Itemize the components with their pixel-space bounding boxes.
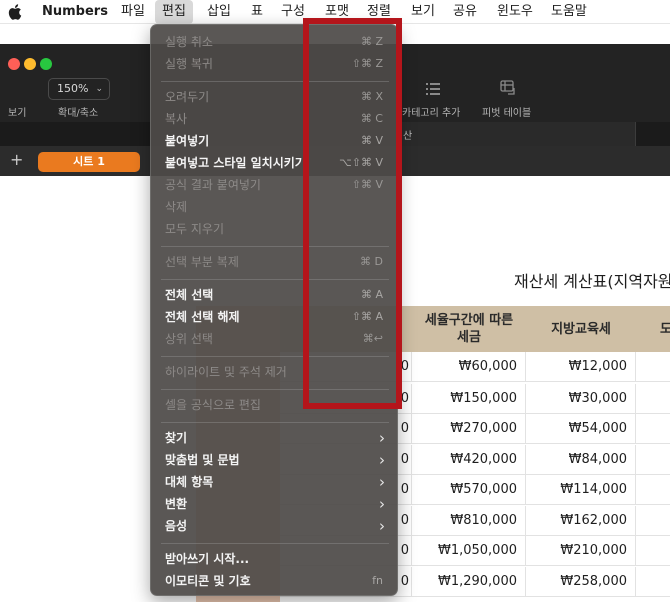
chevron-down-icon: ⌄ <box>95 84 103 94</box>
menu-app-numbers[interactable]: Numbers <box>42 0 108 24</box>
table-title: 재산세 계산표(지역자원 <box>514 272 670 291</box>
menu-item-label: 실행 취소 <box>165 35 213 49</box>
table-cell-local-education-tax[interactable]: ₩114,000 <box>526 475 636 505</box>
table-cell-tax-by-bracket[interactable]: ₩1,290,000 <box>412 567 526 597</box>
table-cell-local-education-tax[interactable]: ₩210,000 <box>526 536 636 566</box>
chevron-right-icon: › <box>379 451 385 469</box>
table-cell-tax-by-bracket[interactable]: ₩1,050,000 <box>412 536 526 566</box>
menu-item-label: 실행 복귀 <box>165 57 213 71</box>
apple-icon[interactable] <box>8 4 22 20</box>
menu-edit[interactable]: 편집 <box>155 0 193 24</box>
menu-window[interactable]: 윈도우 <box>497 0 533 24</box>
view-button-label[interactable]: 보기 <box>8 104 26 119</box>
menu-item-label: 음성 <box>165 519 188 533</box>
pivot-table-button[interactable]: 피벗 테이블 <box>482 104 531 119</box>
table-cell-tax-by-bracket[interactable]: ₩570,000 <box>412 475 526 505</box>
menu-file[interactable]: 파일 <box>121 0 145 24</box>
category-icon <box>426 83 440 95</box>
table-cell-empty[interactable] <box>636 384 670 414</box>
table-cell-empty[interactable] <box>636 414 670 444</box>
table-cell-tax-by-bracket[interactable]: ₩60,000 <box>412 352 526 382</box>
menu-insert[interactable]: 삽입 <box>207 0 231 24</box>
menu-view[interactable]: 보기 <box>411 0 435 24</box>
menu-item-label: 공식 결과 붙여넣기 <box>165 178 261 192</box>
menu-item-find[interactable]: 찾기 › <box>151 427 397 449</box>
minimize-window-button[interactable] <box>24 58 36 70</box>
chevron-right-icon: › <box>379 429 385 447</box>
menu-item-label: 삭제 <box>165 200 188 214</box>
table-cell-local-education-tax[interactable]: ₩30,000 <box>526 384 636 414</box>
header-tax-by-bracket[interactable]: 세율구간에 따른 세금 <box>412 306 526 352</box>
menu-item-label: 전체 선택 <box>165 288 214 302</box>
menu-item-label: 복사 <box>165 112 188 126</box>
chevron-right-icon: › <box>379 517 385 535</box>
menu-item-label: 셀을 공식으로 편집 <box>165 398 261 412</box>
table-cell-empty[interactable] <box>636 536 670 566</box>
menu-separator <box>161 422 389 423</box>
table-cell-local-education-tax[interactable]: ₩54,000 <box>526 414 636 444</box>
menu-item-label: 변환 <box>165 497 188 511</box>
menu-item-start-dictation[interactable]: 받아쓰기 시작... <box>151 548 397 570</box>
menu-item-label: 맞춤법 및 문법 <box>165 453 240 467</box>
table-cell-tax-by-bracket[interactable]: ₩420,000 <box>412 445 526 475</box>
menu-item-label: 모두 지우기 <box>165 222 225 236</box>
table-cell-tax-by-bracket[interactable]: ₩270,000 <box>412 414 526 444</box>
chevron-right-icon: › <box>379 495 385 513</box>
menu-item-substitutions[interactable]: 대체 항목 › <box>151 471 397 493</box>
table-cell-empty[interactable] <box>636 506 670 536</box>
document-tab-label: 산 <box>403 131 413 142</box>
pivot-table-icon <box>500 80 515 95</box>
menu-item-label: 이모티콘 및 기호 <box>165 574 251 588</box>
menu-item-label: 대체 항목 <box>165 475 214 489</box>
header-partial[interactable]: 도 <box>636 306 670 352</box>
sheet-tab-1[interactable]: 시트 1 <box>38 152 140 172</box>
table-cell-tax-by-bracket[interactable]: ₩810,000 <box>412 506 526 536</box>
menu-item-label: 선택 부분 복제 <box>165 255 239 269</box>
table-cell-local-education-tax[interactable]: ₩258,000 <box>526 567 636 597</box>
menu-item-label: 오려두기 <box>165 90 210 104</box>
menu-item-label: 하이라이트 및 주석 제거 <box>165 365 287 379</box>
menu-item-speech[interactable]: 음성 › <box>151 515 397 537</box>
table-cell-tax-by-bracket[interactable]: ₩150,000 <box>412 384 526 414</box>
menu-item-label: 전체 선택 해제 <box>165 310 240 324</box>
menu-table[interactable]: 표 <box>251 0 263 24</box>
menu-item-emoji-symbols[interactable]: 이모티콘 및 기호 fn <box>151 570 397 592</box>
menu-item-shortcut: fn <box>372 574 383 587</box>
menu-item-label: 상위 선택 <box>165 332 213 346</box>
add-category-button[interactable]: 카테고리 추가 <box>402 104 460 119</box>
menu-help[interactable]: 도움말 <box>551 0 587 24</box>
zoom-select[interactable]: 150% ⌄ <box>48 78 110 100</box>
zoom-value: 150% <box>57 82 89 95</box>
table-cell-empty[interactable] <box>636 567 670 597</box>
table-cell-local-education-tax[interactable]: ₩84,000 <box>526 445 636 475</box>
close-window-button[interactable] <box>8 58 20 70</box>
menu-item-spelling-grammar[interactable]: 맞춤법 및 문법 › <box>151 449 397 471</box>
table-cell-empty[interactable] <box>636 475 670 505</box>
shortcut-highlight-box <box>303 18 402 409</box>
chevron-right-icon: › <box>379 473 385 491</box>
document-tab[interactable]: 산 <box>398 122 636 146</box>
zoom-label: 확대/축소 <box>58 108 99 119</box>
menu-item-label: 붙여넣고 스타일 일치시키기 <box>165 156 306 170</box>
menu-separator <box>161 543 389 544</box>
zoom-window-button[interactable] <box>40 58 52 70</box>
add-sheet-button[interactable]: + <box>10 150 23 169</box>
menu-item-label: 찾기 <box>165 431 188 445</box>
table-cell-empty[interactable] <box>636 352 670 382</box>
table-cell-local-education-tax[interactable]: ₩162,000 <box>526 506 636 536</box>
menu-item-label: 붙여넣기 <box>165 134 210 148</box>
menu-item-label: 받아쓰기 시작... <box>165 552 250 566</box>
menu-organize[interactable]: 구성 <box>281 0 305 24</box>
menu-item-transformations[interactable]: 변환 › <box>151 493 397 515</box>
table-cell-local-education-tax[interactable]: ₩12,000 <box>526 352 636 382</box>
menu-share[interactable]: 공유 <box>453 0 477 24</box>
header-local-education-tax[interactable]: 지방교육세 <box>526 306 636 352</box>
table-cell-empty[interactable] <box>636 445 670 475</box>
